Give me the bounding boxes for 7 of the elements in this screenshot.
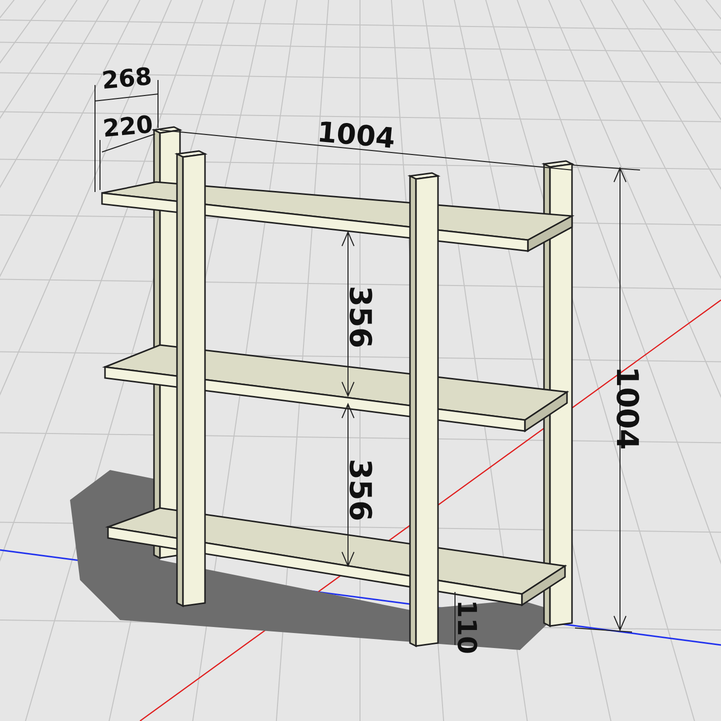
dimension-label: 356 [342,286,377,348]
dimension-label: 220 [102,110,154,143]
dimension-label: 268 [100,62,154,95]
dimension-label: 1004 [316,115,396,155]
dimension-label: 1004 [608,366,644,450]
dimension-label: 110 [450,600,481,654]
dimension-label: 356 [342,458,377,522]
